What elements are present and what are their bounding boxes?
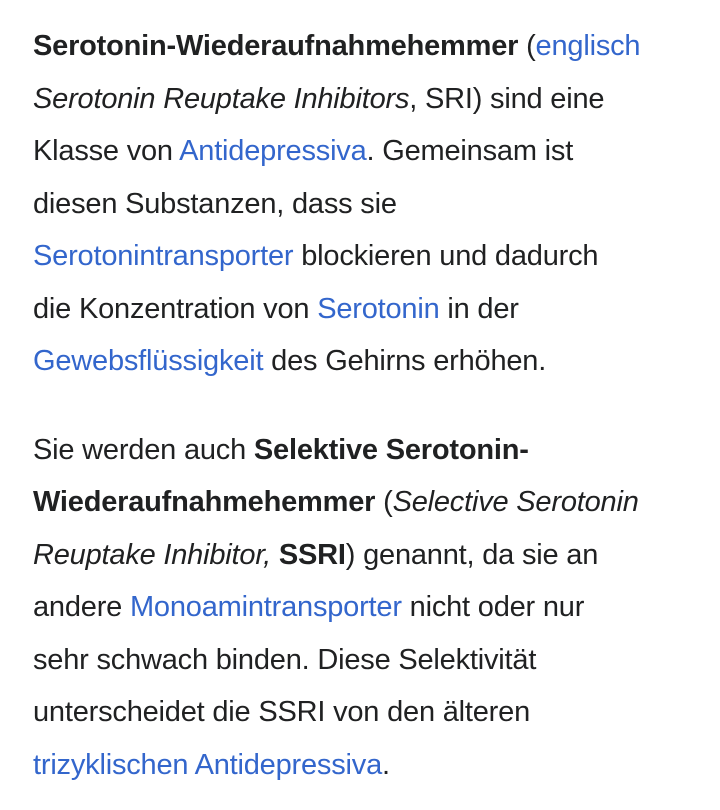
text-span: , SRI) sind eine bbox=[409, 82, 605, 115]
text-span: sehr schwach binden. Diese Selektivität bbox=[33, 643, 537, 676]
text-line: Serotonin Reuptake Inhibitors, SRI) sind… bbox=[33, 73, 713, 126]
text-line: Gewebsflüssigkeit des Gehirns erhöhen. bbox=[33, 335, 713, 388]
bold-abbr: SSRI bbox=[278, 538, 346, 571]
english-name: Serotonin Reuptake Inhibitors bbox=[33, 82, 410, 115]
link-serotonintransporter[interactable]: Serotonintransporter bbox=[33, 240, 294, 272]
text-line: unterscheidet die SSRI von den älteren bbox=[33, 686, 713, 739]
text-span: diesen Substanzen, dass sie bbox=[33, 187, 397, 220]
text-line: andere Monoamintransporter nicht oder nu… bbox=[33, 581, 713, 634]
text-line: Serotonin-Wiederaufnahmehemmer (englisch bbox=[33, 20, 713, 73]
text-span: in der bbox=[439, 292, 519, 325]
text-span: blockieren und dadurch bbox=[293, 240, 599, 272]
text-span: des Gehirns erhöhen. bbox=[263, 345, 547, 377]
text-span: Sie werden auch bbox=[33, 433, 254, 466]
text-span: . Gemeinsam ist bbox=[366, 135, 574, 167]
link-serotonin[interactable]: Serotonin bbox=[317, 293, 440, 325]
text-line: Reuptake Inhibitor, SSRI) genannt, da si… bbox=[33, 529, 713, 582]
english-name: Reuptake Inhibitor, bbox=[33, 538, 279, 571]
text-line: diesen Substanzen, dass sie bbox=[33, 178, 713, 231]
link-englisch[interactable]: englisch bbox=[536, 30, 641, 62]
text-line: trizyklischen Antidepressiva. bbox=[33, 739, 713, 792]
text-span: die Konzentration von bbox=[33, 292, 318, 325]
text-span: ( bbox=[518, 30, 536, 62]
text-span: nicht oder nur bbox=[401, 591, 585, 623]
text-line: Wiederaufnahmehemmer (Selective Serotoni… bbox=[33, 476, 713, 529]
text-line: Klasse von Antidepressiva. Gemeinsam ist bbox=[33, 125, 713, 178]
text-span: ( bbox=[375, 486, 393, 518]
text-span: ) genannt, da sie an bbox=[345, 538, 599, 571]
bold-term: Serotonin-Wiederaufnahmehemmer bbox=[33, 30, 519, 62]
article-body: Serotonin-Wiederaufnahmehemmer (englisch… bbox=[33, 20, 713, 791]
text-line: sehr schwach binden. Diese Selektivität bbox=[33, 634, 713, 687]
text-span: unterscheidet die SSRI von den älteren bbox=[33, 696, 530, 728]
link-antidepressiva[interactable]: Antidepressiva bbox=[179, 135, 367, 167]
link-trizyklische-antidepressiva[interactable]: trizyklischen Antidepressiva bbox=[33, 749, 382, 781]
english-name: Selective Serotonin bbox=[392, 486, 639, 518]
text-line: die Konzentration von Serotonin in der bbox=[33, 283, 713, 336]
paragraph-intro: Serotonin-Wiederaufnahmehemmer (englisch… bbox=[33, 20, 713, 388]
text-span: . bbox=[382, 748, 390, 781]
text-span: Klasse von bbox=[33, 135, 180, 167]
link-gewebsfluessigkeit[interactable]: Gewebsflüssigkeit bbox=[33, 345, 264, 377]
text-line: Serotonintransporter blockieren und dadu… bbox=[33, 230, 713, 283]
bold-term: Wiederaufnahmehemmer bbox=[33, 486, 376, 518]
paragraph-ssri: Sie werden auch Selektive Serotonin- Wie… bbox=[33, 424, 713, 792]
text-span: andere bbox=[33, 591, 130, 623]
text-line: Sie werden auch Selektive Serotonin- bbox=[33, 424, 713, 477]
bold-term: Selektive Serotonin- bbox=[253, 433, 529, 466]
link-monoamintransporter[interactable]: Monoamintransporter bbox=[130, 591, 402, 623]
